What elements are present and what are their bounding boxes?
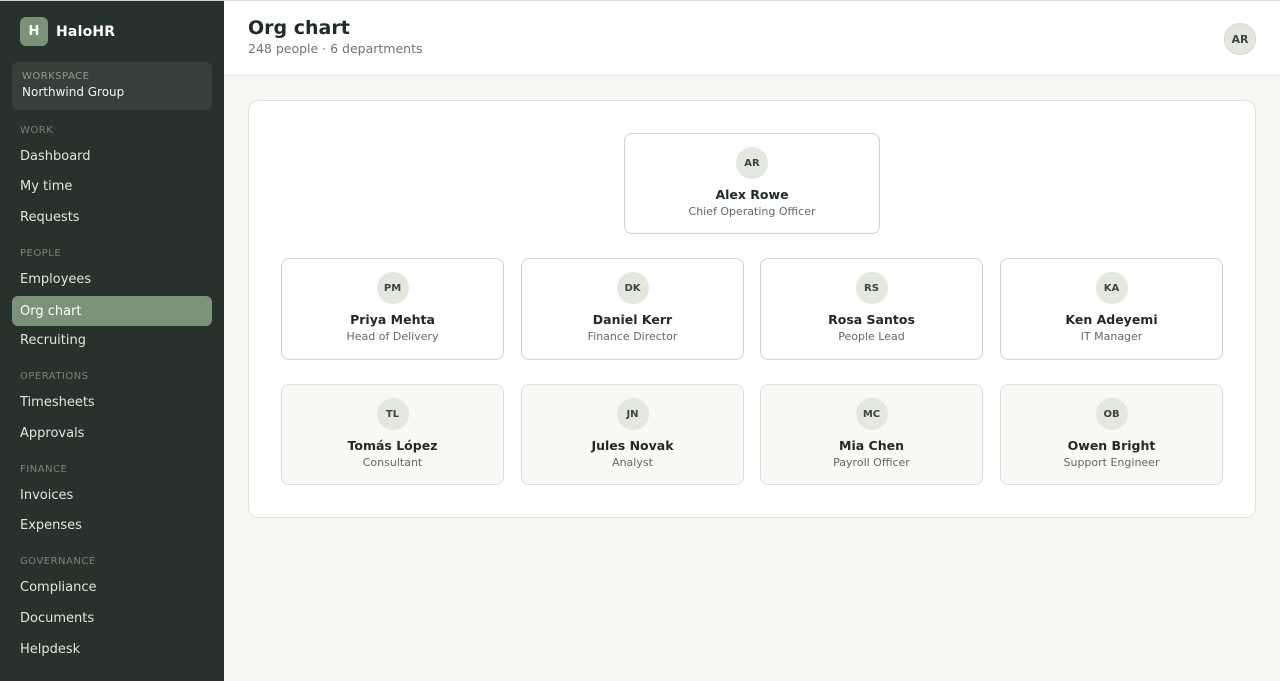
nav-section-finance: FINANCE [20, 464, 68, 475]
user-avatar[interactable]: AR [1224, 23, 1256, 55]
employee-name: Owen Bright [1067, 438, 1156, 453]
sidebar-item-expenses[interactable]: Expenses [12, 510, 212, 540]
avatar: RS [855, 272, 888, 304]
avatar: JN [616, 398, 649, 430]
employee-role: People Lead [838, 330, 905, 343]
employee-name: Priya Mehta [350, 312, 435, 327]
avatar: PM [376, 272, 409, 304]
employee-name: Jules Novak [591, 438, 674, 453]
sidebar-item-timesheets[interactable]: Timesheets [12, 387, 212, 417]
sidebar: H HaloHR WORKSPACE Northwind Group WORK … [0, 0, 224, 681]
employee-role: Consultant [362, 456, 423, 469]
nav-section-work: WORK [20, 125, 54, 136]
sidebar-item-my-time[interactable]: My time [12, 171, 212, 201]
sidebar-item-approvals[interactable]: Approvals [12, 418, 212, 448]
brand-logo: H [20, 17, 48, 46]
sidebar-item-documents[interactable]: Documents [12, 603, 212, 633]
brand-name: HaloHR [56, 23, 116, 40]
top-bar: Org chart 248 people · 6 departments AR [224, 0, 1280, 76]
sidebar-item-employees[interactable]: Employees [12, 264, 212, 294]
avatar: OB [1095, 398, 1128, 430]
org-card-level1[interactable]: PM Priya Mehta Head of Delivery [281, 258, 504, 360]
sidebar-item-invoices[interactable]: Invoices [12, 480, 212, 510]
org-card-level1[interactable]: RS Rosa Santos People Lead [760, 258, 983, 360]
page-title: Org chart [248, 17, 350, 39]
employee-role: Finance Director [587, 330, 678, 343]
sidebar-item-org-chart[interactable]: Org chart [12, 296, 212, 326]
workspace-label: WORKSPACE [22, 71, 90, 82]
employee-name: Rosa Santos [828, 312, 915, 327]
employee-role: Chief Operating Officer [688, 205, 816, 218]
nav-section-people: PEOPLE [20, 248, 62, 259]
brand[interactable]: H HaloHR [20, 17, 115, 46]
workspace-name: Northwind Group [22, 85, 125, 99]
avatar: DK [616, 272, 649, 304]
main-content: Org chart 248 people · 6 departments AR … [224, 0, 1280, 681]
employee-name: Mia Chen [839, 438, 904, 453]
nav-section-operations: OPERATIONS [20, 371, 89, 382]
employee-name: Ken Adeyemi [1065, 312, 1158, 327]
employee-role: IT Manager [1080, 330, 1143, 343]
avatar: KA [1095, 272, 1128, 304]
org-card-level2[interactable]: OB Owen Bright Support Engineer [1000, 384, 1223, 485]
sidebar-item-dashboard[interactable]: Dashboard [12, 141, 212, 171]
org-card-level1[interactable]: KA Ken Adeyemi IT Manager [1000, 258, 1223, 360]
avatar: AR [736, 147, 768, 179]
employee-name: Daniel Kerr [592, 312, 673, 327]
avatar: TL [376, 398, 409, 430]
employee-name: Tomás López [347, 438, 438, 453]
org-card-level2[interactable]: TL Tomás López Consultant [281, 384, 504, 485]
employee-role: Head of Delivery [346, 330, 439, 343]
sidebar-item-recruiting[interactable]: Recruiting [12, 325, 212, 355]
workspace-switcher[interactable]: WORKSPACE Northwind Group [12, 62, 212, 110]
sidebar-item-compliance[interactable]: Compliance [12, 572, 212, 602]
org-chart-panel: AR Alex Rowe Chief Operating Officer PM … [248, 100, 1256, 518]
org-card-root[interactable]: AR Alex Rowe Chief Operating Officer [624, 133, 880, 234]
org-card-level2[interactable]: JN Jules Novak Analyst [521, 384, 744, 485]
employee-role: Analyst [612, 456, 653, 469]
org-card-level1[interactable]: DK Daniel Kerr Finance Director [521, 258, 744, 360]
avatar: MC [855, 398, 888, 430]
org-card-level2[interactable]: MC Mia Chen Payroll Officer [760, 384, 983, 485]
sidebar-item-helpdesk[interactable]: Helpdesk [12, 634, 212, 664]
sidebar-item-requests[interactable]: Requests [12, 202, 212, 232]
page-subtitle: 248 people · 6 departments [248, 41, 423, 56]
employee-name: Alex Rowe [715, 187, 789, 202]
employee-role: Payroll Officer [833, 456, 910, 469]
employee-role: Support Engineer [1063, 456, 1160, 469]
nav-section-governance: GOVERNANCE [20, 556, 96, 567]
